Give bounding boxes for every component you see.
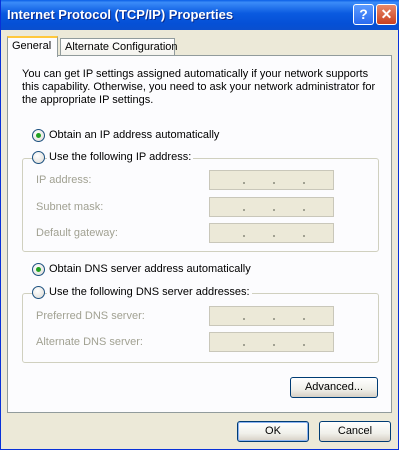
preferred-dns-input (209, 306, 334, 326)
subnet-mask-label: Subnet mask: (36, 201, 104, 213)
octet-dot (273, 318, 275, 320)
radio-selected-dot (36, 133, 41, 138)
octet-dot (303, 344, 305, 346)
octet-dot (303, 235, 305, 237)
octet-dot (243, 318, 245, 320)
octet-dot (273, 344, 275, 346)
obtain-ip-auto-label[interactable]: Obtain an IP address automatically (49, 129, 219, 142)
octet-dot (303, 318, 305, 320)
octet-dot (243, 344, 245, 346)
octet-dot (303, 182, 305, 184)
dns-server-group (22, 293, 379, 363)
default-gateway-input (209, 223, 334, 243)
octet-dot (303, 209, 305, 211)
close-button[interactable]: ✕ (376, 4, 397, 25)
dialog-window: Internet Protocol (TCP/IP) Properties ? … (0, 0, 399, 450)
cancel-button[interactable]: Cancel (319, 421, 391, 442)
obtain-ip-auto-radio[interactable] (32, 129, 45, 142)
obtain-dns-auto-label[interactable]: Obtain DNS server address automatically (49, 263, 251, 276)
octet-dot (273, 209, 275, 211)
advanced-button[interactable]: Advanced... (290, 377, 378, 398)
tab-general[interactable]: General (7, 36, 58, 57)
preferred-dns-label: Preferred DNS server: (36, 310, 145, 322)
title-bar[interactable]: Internet Protocol (TCP/IP) Properties ? … (1, 0, 399, 30)
subnet-mask-input (209, 197, 334, 217)
window-title: Internet Protocol (TCP/IP) Properties (7, 7, 234, 22)
use-following-ip-radio[interactable] (32, 151, 45, 164)
octet-dot (243, 182, 245, 184)
tab-alternate-configuration[interactable]: Alternate Configuration (60, 38, 178, 56)
ip-address-input (209, 170, 334, 190)
octet-dot (273, 235, 275, 237)
general-tab-panel: You can get IP settings assigned automat… (7, 55, 392, 413)
default-gateway-label: Default gateway: (36, 227, 118, 239)
use-following-dns-label[interactable]: Use the following DNS server addresses: (47, 286, 252, 299)
alternate-dns-input (209, 332, 334, 352)
use-following-dns-radio[interactable] (32, 286, 45, 299)
obtain-dns-auto-radio[interactable] (32, 263, 45, 276)
alternate-dns-label: Alternate DNS server: (36, 336, 143, 348)
intro-text: You can get IP settings assigned automat… (22, 68, 376, 106)
octet-dot (273, 182, 275, 184)
use-following-ip-label[interactable]: Use the following IP address: (47, 151, 194, 164)
octet-dot (243, 235, 245, 237)
octet-dot (243, 209, 245, 211)
ip-address-label: IP address: (36, 174, 92, 186)
help-button[interactable]: ? (353, 4, 374, 25)
radio-selected-dot (36, 267, 41, 272)
ok-button[interactable]: OK (237, 421, 309, 442)
